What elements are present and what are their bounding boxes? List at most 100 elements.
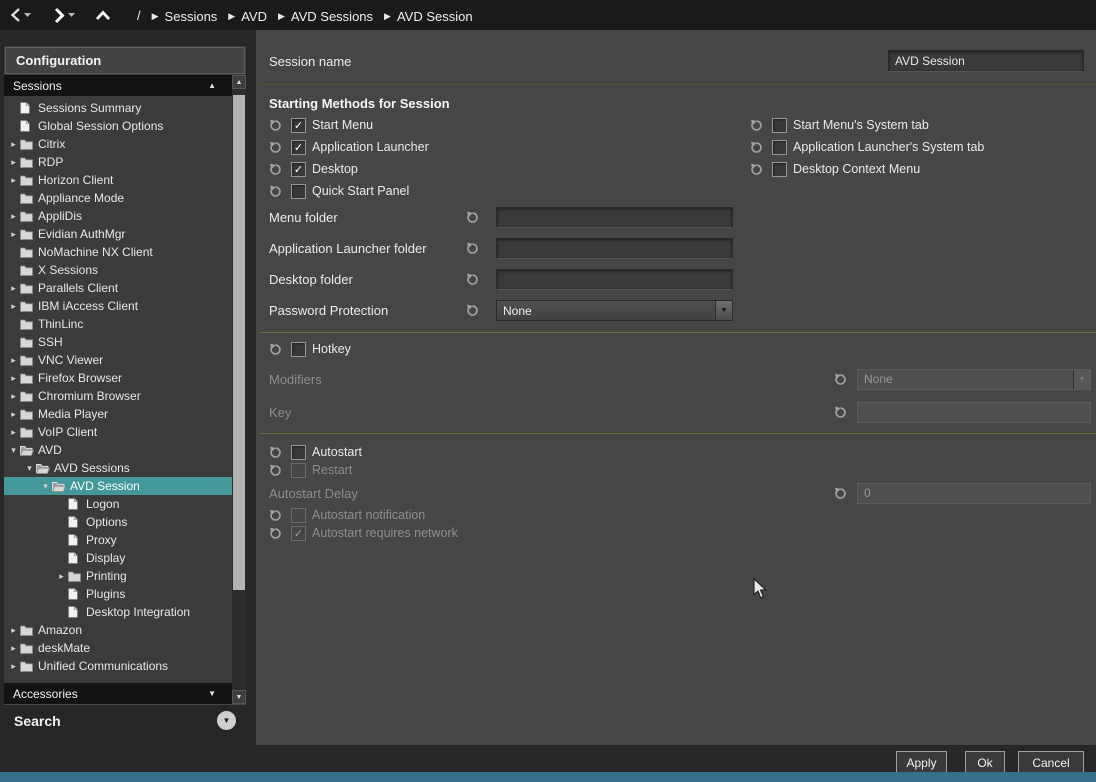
tree-item-applidis[interactable]: ▸AppliDis bbox=[4, 207, 232, 225]
tree-expander-icon[interactable]: ▸ bbox=[7, 229, 20, 240]
tree-item-thinlinc[interactable]: ThinLinc bbox=[4, 315, 232, 333]
tree-expander-icon[interactable]: ▸ bbox=[7, 391, 20, 402]
revert-icon[interactable] bbox=[834, 487, 847, 500]
tree-expander-icon[interactable]: ▾ bbox=[7, 445, 20, 456]
desktop-folder-input[interactable] bbox=[496, 269, 733, 290]
tree-expander-icon[interactable]: ▸ bbox=[7, 409, 20, 420]
revert-icon[interactable] bbox=[466, 211, 479, 224]
tree-item-horizon-client[interactable]: ▸Horizon Client bbox=[4, 171, 232, 189]
revert-icon[interactable] bbox=[269, 509, 282, 522]
revert-icon[interactable] bbox=[269, 527, 282, 540]
scrollbar-track[interactable] bbox=[232, 89, 246, 690]
start-method-start-menu-checkbox[interactable]: ✓ bbox=[291, 118, 306, 133]
tree-item-desktop-integration[interactable]: Desktop Integration bbox=[4, 603, 232, 621]
tree-expander-icon[interactable]: ▸ bbox=[7, 625, 20, 636]
tree-item-evidian-authmgr[interactable]: ▸Evidian AuthMgr bbox=[4, 225, 232, 243]
revert-icon[interactable] bbox=[269, 163, 282, 176]
application-launcher-folder-input[interactable] bbox=[496, 238, 733, 259]
start-method-application-launcher-s-system-tab-checkbox[interactable] bbox=[772, 140, 787, 155]
tree-expander-icon[interactable]: ▸ bbox=[7, 139, 20, 150]
scrollbar-down-button[interactable]: ▼ bbox=[232, 690, 246, 704]
revert-icon[interactable] bbox=[269, 464, 282, 477]
tree-item-rdp[interactable]: ▸RDP bbox=[4, 153, 232, 171]
revert-icon[interactable] bbox=[834, 373, 847, 386]
start-method-desktop-checkbox[interactable]: ✓ bbox=[291, 162, 306, 177]
tree-expander-icon[interactable]: ▸ bbox=[7, 175, 20, 186]
tree-item-global-session-options[interactable]: Global Session Options bbox=[4, 117, 232, 135]
tree-item-parallels-client[interactable]: ▸Parallels Client bbox=[4, 279, 232, 297]
revert-icon[interactable] bbox=[466, 242, 479, 255]
section-header-accessories[interactable]: Accessories ▼ bbox=[4, 683, 232, 704]
start-method-start-menu-s-system-tab-checkbox[interactable] bbox=[772, 118, 787, 133]
forward-history-dropdown-icon[interactable] bbox=[68, 13, 75, 17]
start-method-application-launcher-checkbox[interactable]: ✓ bbox=[291, 140, 306, 155]
tree-expander-icon[interactable]: ▸ bbox=[7, 355, 20, 366]
tree-expander-icon[interactable]: ▸ bbox=[55, 571, 68, 582]
tree-item-avd-sessions[interactable]: ▾AVD Sessions bbox=[4, 459, 232, 477]
tree-item-proxy[interactable]: Proxy bbox=[4, 531, 232, 549]
tree-item-printing[interactable]: ▸Printing bbox=[4, 567, 232, 585]
revert-icon[interactable] bbox=[269, 343, 282, 356]
revert-icon[interactable] bbox=[750, 141, 763, 154]
breadcrumb-item-avd-sessions[interactable]: ▶AVD Sessions bbox=[278, 9, 373, 24]
breadcrumb-item-sessions[interactable]: ▶Sessions bbox=[152, 9, 218, 24]
search-expand-button[interactable]: ▼ bbox=[217, 711, 236, 730]
tree-expander-icon[interactable]: ▸ bbox=[7, 373, 20, 384]
revert-icon[interactable] bbox=[269, 185, 282, 198]
tree-expander-icon[interactable]: ▸ bbox=[7, 301, 20, 312]
revert-icon[interactable] bbox=[269, 141, 282, 154]
revert-icon[interactable] bbox=[834, 406, 847, 419]
start-method-desktop-context-menu-checkbox[interactable] bbox=[772, 162, 787, 177]
tree-item-logon[interactable]: Logon bbox=[4, 495, 232, 513]
tree-expander-icon[interactable]: ▸ bbox=[7, 211, 20, 222]
start-method-quick-start-panel-checkbox[interactable] bbox=[291, 184, 306, 199]
scrollbar-up-button[interactable]: ▲ bbox=[232, 75, 246, 89]
back-history-dropdown-icon[interactable] bbox=[24, 13, 31, 17]
breadcrumb-item-avd-session[interactable]: ▶AVD Session bbox=[384, 9, 473, 24]
tree-expander-icon[interactable]: ▸ bbox=[7, 661, 20, 672]
password-protection-select[interactable]: None▼ bbox=[496, 300, 733, 321]
tree-item-firefox-browser[interactable]: ▸Firefox Browser bbox=[4, 369, 232, 387]
tree-item-nomachine-nx-client[interactable]: NoMachine NX Client bbox=[4, 243, 232, 261]
tree-item-x-sessions[interactable]: X Sessions bbox=[4, 261, 232, 279]
tree-expander-icon[interactable]: ▸ bbox=[7, 283, 20, 294]
search-section[interactable]: Search ▼ bbox=[4, 704, 246, 736]
tree-expander-icon[interactable]: ▾ bbox=[39, 481, 52, 492]
tree-item-unified-communications[interactable]: ▸Unified Communications bbox=[4, 657, 232, 675]
tree-item-sessions-summary[interactable]: Sessions Summary bbox=[4, 99, 232, 117]
revert-icon[interactable] bbox=[466, 273, 479, 286]
dropdown-arrow-icon[interactable]: ▼ bbox=[715, 301, 732, 320]
revert-icon[interactable] bbox=[269, 446, 282, 459]
tree-item-display[interactable]: Display bbox=[4, 549, 232, 567]
autostart-checkbox[interactable] bbox=[291, 445, 306, 460]
tree-item-deskmate[interactable]: ▸deskMate bbox=[4, 639, 232, 657]
tree-item-voip-client[interactable]: ▸VoIP Client bbox=[4, 423, 232, 441]
tree-item-avd[interactable]: ▾AVD bbox=[4, 441, 232, 459]
menu-folder-input[interactable] bbox=[496, 207, 733, 228]
tree-item-media-player[interactable]: ▸Media Player bbox=[4, 405, 232, 423]
tree-item-amazon[interactable]: ▸Amazon bbox=[4, 621, 232, 639]
hotkey-checkbox[interactable] bbox=[291, 342, 306, 357]
tree-item-options[interactable]: Options bbox=[4, 513, 232, 531]
tree-expander-icon[interactable]: ▸ bbox=[7, 427, 20, 438]
session-name-input[interactable]: AVD Session bbox=[888, 50, 1084, 72]
revert-icon[interactable] bbox=[269, 119, 282, 132]
tree-item-appliance-mode[interactable]: Appliance Mode bbox=[4, 189, 232, 207]
tree-item-ibm-iaccess-client[interactable]: ▸IBM iAccess Client bbox=[4, 297, 232, 315]
back-button[interactable] bbox=[10, 7, 21, 23]
tree-item-ssh[interactable]: SSH bbox=[4, 333, 232, 351]
up-button[interactable] bbox=[95, 10, 111, 21]
scrollbar-thumb[interactable] bbox=[233, 95, 245, 590]
tree-item-avd-session[interactable]: ▾AVD Session bbox=[4, 477, 232, 495]
tree-item-citrix[interactable]: ▸Citrix bbox=[4, 135, 232, 153]
forward-button[interactable] bbox=[53, 7, 65, 24]
revert-icon[interactable] bbox=[750, 163, 763, 176]
section-header-sessions[interactable]: Sessions ▲ bbox=[4, 75, 232, 96]
revert-icon[interactable] bbox=[750, 119, 763, 132]
tree-expander-icon[interactable]: ▸ bbox=[7, 157, 20, 168]
tree-expander-icon[interactable]: ▾ bbox=[23, 463, 36, 474]
tree-item-plugins[interactable]: Plugins bbox=[4, 585, 232, 603]
revert-icon[interactable] bbox=[466, 304, 479, 317]
tree-expander-icon[interactable]: ▸ bbox=[7, 643, 20, 654]
breadcrumb-item-avd[interactable]: ▶AVD bbox=[228, 9, 267, 24]
